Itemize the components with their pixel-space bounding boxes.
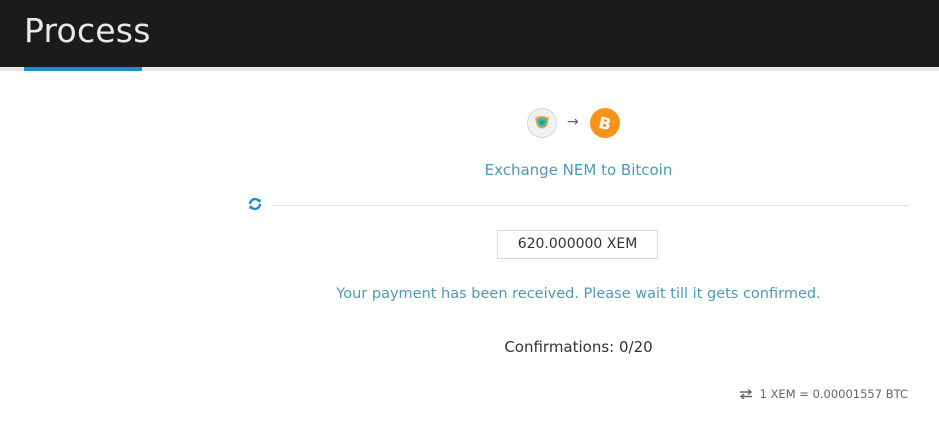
refresh-icon[interactable] xyxy=(247,196,263,212)
payment-status-message: Your payment has been received. Please w… xyxy=(336,286,821,302)
bitcoin-icon: B xyxy=(590,108,620,138)
svg-text:B: B xyxy=(597,113,613,134)
page-title: Process xyxy=(24,11,151,50)
exchange-rate-text: 1 XEM = 0.00001557 BTC xyxy=(759,387,908,401)
confirmations-count: Confirmations: 0/20 xyxy=(504,338,653,356)
payment-amount: 620.000000 XEM xyxy=(497,230,658,259)
app-header: Process xyxy=(0,0,939,67)
exchange-rate: 1 XEM = 0.00001557 BTC xyxy=(739,387,908,401)
exchange-title: Exchange NEM to Bitcoin xyxy=(484,161,673,179)
arrow-right-icon: → xyxy=(567,114,579,130)
swap-arrows-icon xyxy=(739,389,752,399)
active-tab-indicator xyxy=(24,67,142,71)
exchange-pair: → B xyxy=(0,108,939,138)
nem-icon xyxy=(527,108,557,138)
section-divider xyxy=(272,205,908,206)
